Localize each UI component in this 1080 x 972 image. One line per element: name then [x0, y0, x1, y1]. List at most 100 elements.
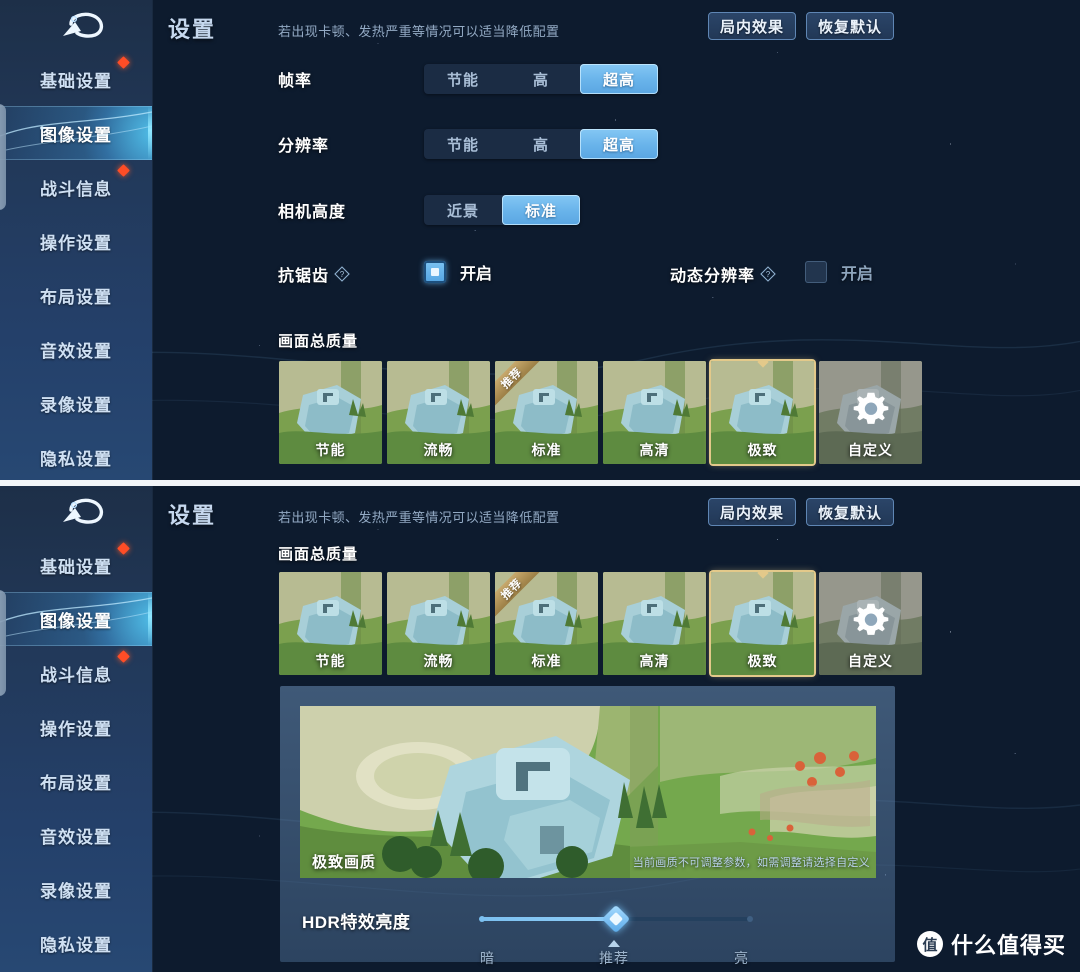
overall-quality-title: 画面总质量 — [278, 546, 359, 563]
sidebar-item-0[interactable]: 基础设置 — [0, 52, 152, 106]
restore-default-button[interactable]: 恢复默认 — [805, 498, 894, 526]
sidebar-item-label: 操作设置 — [40, 233, 112, 253]
frame-rate-option-0[interactable]: 节能 — [424, 64, 502, 94]
hdr-tick-0: 暗 — [480, 950, 495, 966]
preset-label: 高清 — [639, 442, 670, 458]
page-title: 设置 — [168, 503, 217, 528]
app-logo[interactable] — [0, 486, 152, 538]
quality-preset-1[interactable]: 流畅 — [387, 572, 490, 675]
preset-label: 标准 — [531, 442, 562, 458]
frame-rate-option-2[interactable]: 超高 — [580, 64, 658, 94]
preset-label: 高清 — [639, 653, 670, 669]
hdr-brightness-row: HDR特效亮度 暗 推荐 亮 — [302, 898, 872, 966]
hdr-brightness-slider[interactable] — [479, 904, 753, 934]
resolution-option-0[interactable]: 节能 — [424, 129, 502, 159]
sidebar-item-label: 音效设置 — [40, 827, 112, 847]
sidebar-item-label: 隐私设置 — [40, 935, 112, 955]
header-buttons: 局内效果 恢复默认 — [707, 12, 894, 40]
slider-knob[interactable] — [601, 904, 631, 934]
anti-aliasing-label: 抗锯齿 — [278, 268, 330, 285]
quality-preset-2[interactable]: 推荐 标准 — [495, 361, 598, 464]
preset-label: 极致 — [747, 653, 778, 669]
camera-height-label: 相机高度 — [278, 204, 347, 221]
restore-default-button[interactable]: 恢复默认 — [805, 12, 894, 40]
sidebar-item-label: 隐私设置 — [40, 449, 112, 469]
quality-preset-2[interactable]: 推荐 标准 — [495, 572, 598, 675]
sidebar-item-5[interactable]: 音效设置 — [0, 322, 152, 376]
quality-preset-1[interactable]: 流畅 — [387, 361, 490, 464]
back-swoosh-logo-icon — [63, 12, 103, 38]
sidebar-item-5[interactable]: 音效设置 — [0, 808, 152, 862]
sidebar-item-6[interactable]: 录像设置 — [0, 376, 152, 430]
quality-preset-4[interactable]: 极致 — [711, 572, 814, 675]
sidebar-item-1[interactable]: 图像设置 — [0, 106, 152, 160]
camera-height-option-0[interactable]: 近景 — [424, 195, 502, 225]
sidebar-item-label: 图像设置 — [40, 611, 112, 631]
in-game-effects-button[interactable]: 局内效果 — [707, 498, 796, 526]
anti-aliasing-checkbox[interactable] — [424, 261, 446, 283]
page-hint: 若出现卡顿、发热严重等情况可以适当降低配置 — [278, 510, 560, 525]
sidebar-item-4[interactable]: 布局设置 — [0, 754, 152, 808]
anti-aliasing-toggle-label: 开启 — [460, 266, 493, 283]
in-game-effects-button[interactable]: 局内效果 — [707, 12, 796, 40]
sidebar-item-7[interactable]: 隐私设置 — [0, 916, 152, 970]
quality-preset-4[interactable]: 极致 — [711, 361, 814, 464]
dynamic-resolution-help-icon[interactable]: ? — [760, 266, 776, 282]
screenshot-root: 基础设置 图像设置 战斗信息 操作设置 布局设置 音效设置 录像设置 隐私设置 … — [0, 0, 1080, 972]
row-dynamic-resolution: 动态分辨率 ? — [670, 262, 776, 286]
sidebar-scroll-handle[interactable] — [0, 590, 6, 696]
quality-preset-3[interactable]: 高清 — [603, 361, 706, 464]
sidebar-item-7[interactable]: 隐私设置 — [0, 430, 152, 480]
sidebar-scroll-handle[interactable] — [0, 104, 6, 210]
frame-rate-option-1[interactable]: 高 — [502, 64, 580, 94]
anti-aliasing-toggle-group: 开启 — [424, 260, 492, 284]
sidebar-item-2[interactable]: 战斗信息 — [0, 646, 152, 700]
resolution-option-1[interactable]: 高 — [502, 129, 580, 159]
slider-end-dot-icon — [747, 916, 753, 922]
sidebar-item-1[interactable]: 图像设置 — [0, 592, 152, 646]
quality-preset-0[interactable]: 节能 — [279, 361, 382, 464]
quality-preset-list-bottom: 节能 流畅 推荐 标准 高清 极致 自定义 — [279, 572, 922, 675]
quality-preset-3[interactable]: 高清 — [603, 572, 706, 675]
overall-quality-title: 画面总质量 — [278, 333, 359, 350]
resolution-label: 分辨率 — [278, 138, 330, 155]
back-swoosh-logo-icon — [63, 498, 103, 524]
quality-preset-0[interactable]: 节能 — [279, 572, 382, 675]
sidebar-item-3[interactable]: 操作设置 — [0, 214, 152, 268]
header-buttons: 局内效果 恢复默认 — [707, 498, 894, 526]
row-anti-aliasing: 抗锯齿 ? — [278, 262, 350, 286]
svg-text:?: ? — [340, 270, 345, 279]
page-hint: 若出现卡顿、发热严重等情况可以适当降低配置 — [278, 24, 560, 39]
preset-label: 节能 — [315, 653, 346, 669]
panel-separator — [0, 480, 1080, 486]
dynamic-resolution-toggle-label: 开启 — [841, 266, 874, 283]
sidebar-item-0[interactable]: 基础设置 — [0, 538, 152, 592]
sidebar-item-2[interactable]: 战斗信息 — [0, 160, 152, 214]
frame-rate-label: 帧率 — [278, 73, 313, 90]
preset-label: 流畅 — [423, 442, 454, 458]
sidebar-item-6[interactable]: 录像设置 — [0, 862, 152, 916]
hdr-brightness-label: HDR特效亮度 — [302, 913, 411, 932]
quality-preset-5[interactable]: 自定义 — [819, 572, 922, 675]
resolution-option-2[interactable]: 超高 — [580, 129, 658, 159]
quality-preset-5[interactable]: 自定义 — [819, 361, 922, 464]
preset-label: 标准 — [531, 653, 562, 669]
settings-panel-bottom: 基础设置 图像设置 战斗信息 操作设置 布局设置 音效设置 录像设置 隐私设置 … — [0, 486, 1080, 972]
sidebar-item-label: 操作设置 — [40, 719, 112, 739]
camera-height-option-1[interactable]: 标准 — [502, 195, 580, 225]
new-badge-dot-icon — [117, 56, 130, 69]
sidebar-item-label: 录像设置 — [40, 395, 112, 415]
watermark-badge: 值 — [916, 931, 943, 957]
anti-aliasing-help-icon[interactable]: ? — [334, 266, 350, 282]
app-logo[interactable] — [0, 0, 152, 52]
hdr-tick-1: 推荐 — [599, 950, 629, 966]
preview-panel: 极致画质 当前画质不可调整参数，如需调整请选择自定义 HDR特效亮度 暗 推荐 … — [280, 686, 895, 966]
sidebar-item-label: 图像设置 — [40, 125, 112, 145]
sidebar-item-4[interactable]: 布局设置 — [0, 268, 152, 322]
dynamic-resolution-checkbox[interactable] — [805, 261, 827, 283]
current-tick-arrow-icon — [608, 940, 620, 947]
sidebar-item-3[interactable]: 操作设置 — [0, 700, 152, 754]
preview-note: 当前画质不可调整参数，如需调整请选择自定义 — [632, 857, 870, 869]
camera-height-segmented-control: 近景 标准 — [424, 195, 580, 225]
preset-label: 极致 — [747, 442, 778, 458]
